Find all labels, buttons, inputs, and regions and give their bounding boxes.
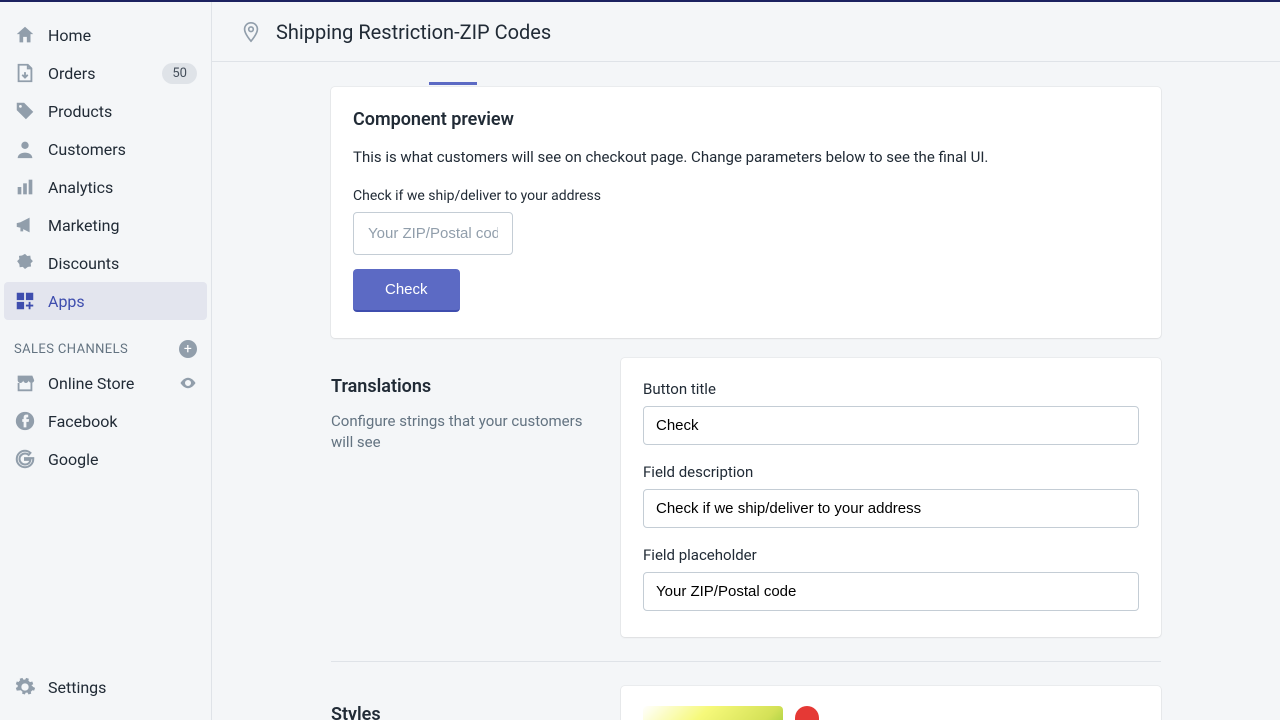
field-desc-input[interactable] — [643, 489, 1139, 528]
gear-icon — [14, 676, 36, 698]
channel-label: Google — [48, 450, 197, 469]
google-icon — [14, 448, 36, 470]
styles-section: Styles — [331, 686, 1161, 720]
channel-online-store[interactable]: Online Store — [0, 364, 211, 402]
sidebar-item-label: Customers — [48, 140, 197, 159]
button-title-label: Button title — [643, 380, 1139, 398]
person-icon — [14, 138, 36, 160]
translations-section: Translations Configure strings that your… — [331, 358, 1161, 637]
nav-list: Home Orders 50 Products Customers Analyt… — [0, 16, 211, 320]
content[interactable]: Component preview This is what customers… — [212, 62, 1280, 720]
tab-indicator — [429, 82, 477, 85]
styles-card — [621, 686, 1161, 720]
translations-subtext: Configure strings that your customers wi… — [331, 411, 601, 453]
sidebar-item-settings[interactable]: Settings — [0, 668, 211, 706]
sidebar-item-label: Analytics — [48, 178, 197, 197]
channel-label: Facebook — [48, 412, 197, 431]
divider — [331, 661, 1161, 662]
add-channel-icon[interactable]: + — [179, 340, 197, 358]
color-chip[interactable] — [795, 706, 819, 720]
sidebar: Home Orders 50 Products Customers Analyt… — [0, 2, 212, 720]
discount-icon — [14, 252, 36, 274]
home-icon — [14, 24, 36, 46]
sidebar-item-label: Home — [48, 26, 197, 45]
analytics-icon — [14, 176, 36, 198]
sales-channels-header: SALES CHANNELS + — [0, 320, 211, 364]
field-desc-label: Field description — [643, 463, 1139, 481]
channels-list: Online Store Facebook Google — [0, 364, 211, 478]
tag-icon — [14, 100, 36, 122]
view-store-icon[interactable] — [179, 374, 197, 392]
sidebar-item-orders[interactable]: Orders 50 — [0, 54, 211, 92]
styles-heading: Styles — [331, 704, 601, 720]
apps-icon — [14, 290, 36, 312]
field-placeholder-input[interactable] — [643, 572, 1139, 611]
field-placeholder-label: Field placeholder — [643, 546, 1139, 564]
sidebar-item-label: Orders — [48, 64, 162, 83]
preview-card: Component preview This is what customers… — [331, 87, 1161, 338]
check-button[interactable]: Check — [353, 269, 460, 312]
facebook-icon — [14, 410, 36, 432]
orders-icon — [14, 62, 36, 84]
sidebar-item-label: Products — [48, 102, 197, 121]
page-title: Shipping Restriction-ZIP Codes — [276, 20, 551, 44]
sidebar-item-customers[interactable]: Customers — [0, 130, 211, 168]
sidebar-item-label: Discounts — [48, 254, 197, 273]
zip-input[interactable] — [353, 212, 513, 255]
preview-field-desc: Check if we ship/deliver to your address — [353, 188, 1139, 204]
orders-badge: 50 — [162, 63, 197, 84]
channel-facebook[interactable]: Facebook — [0, 402, 211, 440]
sidebar-item-apps[interactable]: Apps — [4, 282, 207, 320]
sales-channels-label: SALES CHANNELS — [14, 342, 128, 357]
store-icon — [14, 372, 36, 394]
megaphone-icon — [14, 214, 36, 236]
app-location-icon — [240, 21, 262, 43]
topbar: Shipping Restriction-ZIP Codes — [212, 2, 1280, 62]
channel-google[interactable]: Google — [0, 440, 211, 478]
sidebar-item-discounts[interactable]: Discounts — [0, 244, 211, 282]
preview-description: This is what customers will see on check… — [353, 148, 1139, 166]
sidebar-item-marketing[interactable]: Marketing — [0, 206, 211, 244]
translations-card: Button title Field description Field pla… — [621, 358, 1161, 637]
preview-heading: Component preview — [353, 109, 1139, 130]
translations-heading: Translations — [331, 376, 601, 397]
sidebar-item-analytics[interactable]: Analytics — [0, 168, 211, 206]
button-title-input[interactable] — [643, 406, 1139, 445]
gradient-swatch[interactable] — [643, 706, 783, 720]
main: Shipping Restriction-ZIP Codes Component… — [212, 2, 1280, 720]
sidebar-item-label: Apps — [48, 292, 197, 311]
sidebar-item-label: Marketing — [48, 216, 197, 235]
settings-label: Settings — [48, 678, 197, 697]
sidebar-item-home[interactable]: Home — [0, 16, 211, 54]
sidebar-item-products[interactable]: Products — [0, 92, 211, 130]
channel-label: Online Store — [48, 374, 179, 393]
